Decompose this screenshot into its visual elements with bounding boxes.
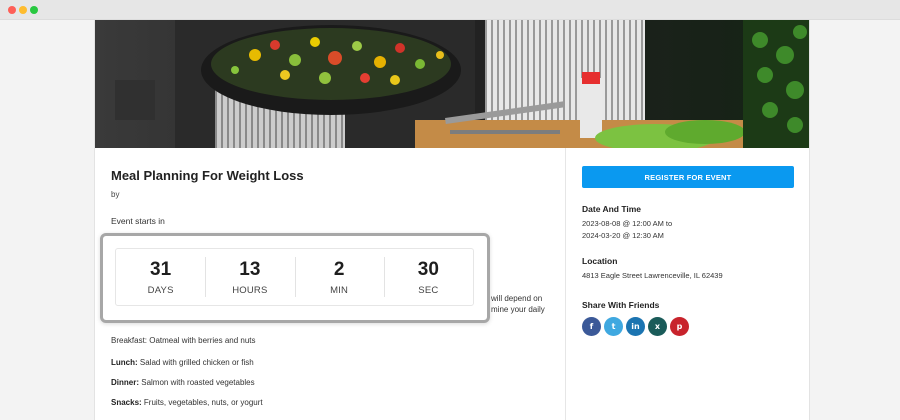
countdown-min: 2 MIN bbox=[294, 249, 384, 305]
snacks-label: Snacks: bbox=[111, 398, 142, 407]
dinner-text: Salmon with roasted vegetables bbox=[141, 378, 255, 387]
days-value: 31 bbox=[150, 258, 172, 280]
linkedin-icon[interactable]: in bbox=[626, 317, 645, 336]
min-value: 2 bbox=[333, 258, 345, 280]
days-label: DAYS bbox=[147, 284, 174, 296]
dinner-line: Dinner: Salmon with roasted vegetables bbox=[111, 378, 255, 387]
xing-icon[interactable]: x bbox=[648, 317, 667, 336]
location-heading: Location bbox=[582, 256, 618, 266]
maximize-window-dot[interactable] bbox=[30, 6, 38, 14]
lunch-label: Lunch: bbox=[111, 358, 138, 367]
event-page: Meal Planning For Weight Loss by Event s… bbox=[94, 20, 810, 420]
description-partial-2: mine your daily bbox=[491, 305, 545, 314]
description-partial-1: will depend on bbox=[491, 294, 543, 303]
facebook-icon[interactable]: f bbox=[582, 317, 601, 336]
pinterest-icon[interactable]: p bbox=[670, 317, 689, 336]
location-text: 4813 Eagle Street Lawrenceville, IL 6243… bbox=[582, 271, 723, 280]
countdown-timer: 31 DAYS 13 HOURS 2 MIN 30 SEC bbox=[115, 248, 474, 306]
breakfast-line: Breakfast: Oatmeal with berries and nuts bbox=[111, 336, 256, 345]
sec-value: 30 bbox=[417, 258, 439, 280]
sec-label: SEC bbox=[418, 284, 439, 296]
date-line-2: 2024-03-20 @ 12:30 AM bbox=[582, 231, 664, 240]
dinner-label: Dinner: bbox=[111, 378, 139, 387]
countdown-days: 31 DAYS bbox=[116, 249, 205, 305]
date-heading: Date And Time bbox=[582, 204, 642, 214]
countdown-hours: 13 HOURS bbox=[205, 249, 294, 305]
snacks-text: Fruits, vegetables, nuts, or yogurt bbox=[143, 398, 263, 407]
close-window-dot[interactable] bbox=[8, 6, 16, 14]
date-line-1: 2023-08-08 @ 12:00 AM to bbox=[582, 219, 673, 228]
min-label: MIN bbox=[330, 284, 349, 296]
register-button[interactable]: REGISTER FOR EVENT bbox=[582, 166, 794, 188]
minimize-window-dot[interactable] bbox=[19, 6, 27, 14]
snacks-line: Snacks: Fruits, vegetables, nuts, or yog… bbox=[111, 398, 263, 407]
event-author: by bbox=[111, 190, 120, 199]
browser-chrome bbox=[0, 0, 900, 20]
twitter-icon[interactable]: t bbox=[604, 317, 623, 336]
share-heading: Share With Friends bbox=[582, 300, 660, 310]
event-sidebar: REGISTER FOR EVENT Date And Time 2023-08… bbox=[566, 148, 809, 420]
event-starts-label: Event starts in bbox=[111, 216, 165, 226]
lunch-text: Salad with grilled chicken or fish bbox=[139, 358, 254, 367]
countdown-sec: 30 SEC bbox=[383, 249, 473, 305]
event-title: Meal Planning For Weight Loss bbox=[111, 168, 304, 183]
hero-cooking-photo bbox=[95, 20, 809, 148]
hours-value: 13 bbox=[239, 258, 261, 280]
countdown-highlight: 31 DAYS 13 HOURS 2 MIN 30 SEC bbox=[100, 233, 490, 323]
hero-image bbox=[95, 20, 809, 148]
lunch-line: Lunch: Salad with grilled chicken or fis… bbox=[111, 358, 254, 367]
share-icons: f t in x p bbox=[582, 317, 689, 336]
hours-label: HOURS bbox=[232, 284, 268, 296]
